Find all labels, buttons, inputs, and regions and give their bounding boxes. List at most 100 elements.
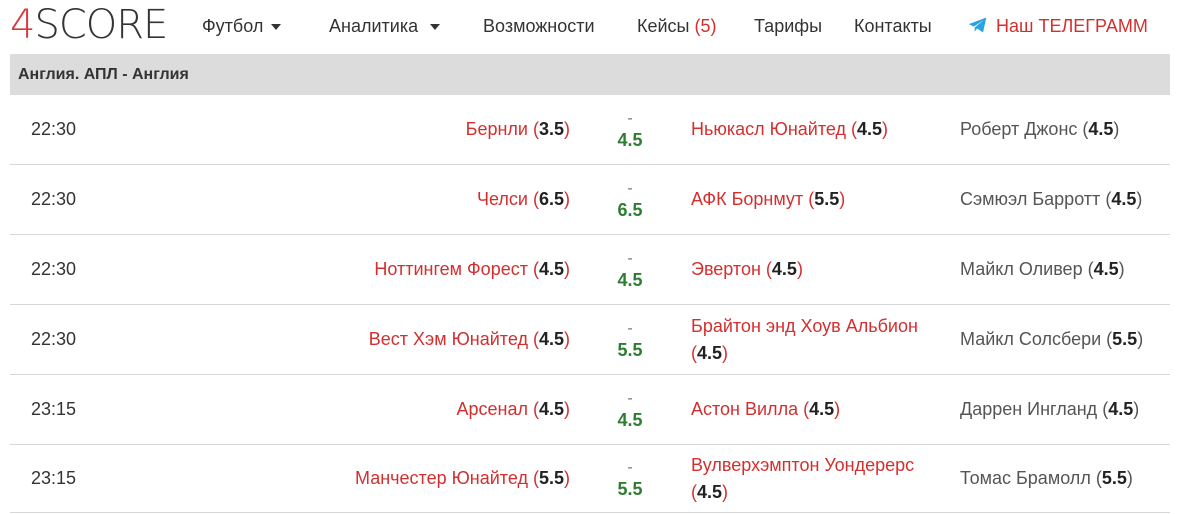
home-team[interactable]: Манчестер Юнайтед (5.5) [355, 445, 570, 512]
score-dash: - [627, 389, 633, 407]
site-logo[interactable]: 4SCORE [10, 2, 168, 48]
referee: Даррен Ингланд (4.5) [960, 399, 1140, 419]
nav-analytics[interactable]: Аналитика [329, 15, 441, 37]
match-row[interactable]: 23:15 Манчестер Юнайтед (5.5) - 5.5 Вулве… [10, 445, 1170, 513]
away-rating: 4.5 [809, 399, 835, 419]
league-title: Англия. АПЛ - Англия [18, 66, 189, 83]
away-rating: 4.5 [857, 119, 883, 139]
home-team[interactable]: Бернли (3.5) [466, 95, 570, 164]
match-row[interactable]: 22:30 Бернли (3.5) - 4.5 Ньюкасл Юнайтед … [10, 95, 1170, 165]
home-team[interactable]: Ноттингем Форест (4.5) [374, 235, 570, 304]
match-row[interactable]: 22:30 Ноттингем Форест (4.5) - 4.5 Эверто… [10, 235, 1170, 305]
nav-telegram-label: Наш ТЕЛЕГРАММ [996, 16, 1148, 36]
match-row[interactable]: 22:30 Вест Хэм Юнайтед (4.5) - 5.5 Брайто… [10, 305, 1170, 375]
referee-rating: 4.5 [1093, 259, 1119, 279]
match-row[interactable]: 23:15 Арсенал (4.5) - 4.5 Астон Вилла (4.… [10, 375, 1170, 445]
away-rating: 4.5 [697, 342, 723, 363]
away-team[interactable]: Эвертон (4.5) [691, 235, 951, 304]
logo-four: 4 [10, 2, 35, 48]
match-time: 23:15 [31, 468, 77, 488]
match-total: - 5.5 [600, 305, 660, 374]
nav-cases[interactable]: Кейсы (5) [637, 15, 717, 37]
match-total: - 4.5 [600, 375, 660, 444]
home-rating: 4.5 [538, 399, 564, 419]
match-time: 23:15 [31, 399, 77, 419]
match-time: 22:30 [31, 189, 77, 209]
nav-analytics-label: Аналитика [329, 16, 419, 36]
score-dash: - [627, 458, 633, 476]
home-team-name: Манчестер Юнайтед [355, 468, 528, 488]
referee: Томас Брамолл (5.5) [960, 468, 1133, 488]
referee: Майкл Оливер (4.5) [960, 259, 1125, 279]
away-team[interactable]: Вулверхэмптон Уондерерс (4.5) [691, 445, 951, 512]
nav-telegram[interactable]: Наш ТЕЛЕГРАММ [968, 15, 1148, 37]
league-header: Англия. АПЛ - Англия [10, 54, 1170, 95]
home-rating: 4.5 [538, 329, 564, 349]
cases-count-badge: (5) [694, 16, 717, 36]
match-time: 22:30 [31, 119, 77, 139]
total-value: 4.5 [617, 269, 643, 290]
match-row[interactable]: 22:30 Челси (6.5) - 6.5 АФК Борнмут (5.5)… [10, 165, 1170, 235]
total-value: 4.5 [617, 129, 643, 150]
match-total: - 4.5 [600, 235, 660, 304]
match-total: - 5.5 [600, 445, 660, 512]
total-value: 5.5 [617, 339, 643, 360]
referee-name: Томас Брамолл [960, 468, 1091, 488]
nav-football-label: Футбол [202, 16, 264, 36]
home-team-name: Челси [477, 189, 528, 209]
match-time: 22:30 [31, 259, 77, 279]
score-dash: - [627, 109, 633, 127]
score-dash: - [627, 319, 633, 337]
home-team-name: Ноттингем Форест [374, 259, 528, 279]
referee: Сэмюэл Барротт (4.5) [960, 189, 1143, 209]
home-team-name: Бернли [465, 119, 528, 139]
away-team[interactable]: АФК Борнмут (5.5) [691, 165, 951, 234]
referee-rating: 5.5 [1112, 329, 1138, 349]
home-rating: 3.5 [538, 119, 564, 139]
score-dash: - [627, 249, 633, 267]
match-time: 22:30 [31, 329, 77, 349]
match-total: - 6.5 [600, 165, 660, 234]
away-rating: 4.5 [697, 481, 723, 502]
total-value: 4.5 [617, 409, 643, 430]
nav-contacts[interactable]: Контакты [854, 15, 932, 37]
total-value: 5.5 [617, 478, 643, 499]
referee-rating: 4.5 [1088, 119, 1114, 139]
chevron-down-icon [430, 24, 441, 31]
chevron-down-icon [271, 24, 282, 31]
referee-rating: 5.5 [1101, 468, 1127, 488]
away-rating: 5.5 [814, 189, 840, 209]
away-team[interactable]: Брайтон энд Хоув Альбион (4.5) [691, 305, 951, 374]
home-team[interactable]: Вест Хэм Юнайтед (4.5) [369, 305, 570, 374]
nav-features[interactable]: Возможности [483, 15, 595, 37]
telegram-icon [968, 17, 987, 33]
score-dash: - [627, 179, 633, 197]
referee: Майкл Солсбери (5.5) [960, 329, 1144, 349]
home-team-name: Арсенал [456, 399, 528, 419]
away-team-name: Эвертон [691, 259, 761, 279]
away-team-name: Брайтон энд Хоув Альбион [691, 315, 918, 336]
away-team-name: Вулверхэмптон Уондерерс [691, 454, 915, 475]
referee-rating: 4.5 [1111, 189, 1137, 209]
away-rating: 4.5 [771, 259, 797, 279]
match-total: - 4.5 [600, 95, 660, 164]
home-team[interactable]: Челси (6.5) [477, 165, 570, 234]
referee-name: Майкл Оливер [960, 259, 1083, 279]
nav-pricing[interactable]: Тарифы [754, 15, 822, 37]
away-team[interactable]: Ньюкасл Юнайтед (4.5) [691, 95, 951, 164]
home-team[interactable]: Арсенал (4.5) [456, 375, 570, 444]
away-team-name: АФК Борнмут [691, 189, 804, 209]
home-rating: 6.5 [538, 189, 564, 209]
nav-football[interactable]: Футбол [202, 15, 282, 37]
referee-rating: 4.5 [1108, 399, 1134, 419]
home-rating: 4.5 [538, 259, 564, 279]
logo-score: SCORE [34, 2, 168, 48]
referee-name: Даррен Ингланд [960, 399, 1098, 419]
away-team[interactable]: Астон Вилла (4.5) [691, 375, 951, 444]
away-team-name: Ньюкасл Юнайтед [691, 119, 847, 139]
referee-name: Сэмюэл Барротт [960, 189, 1101, 209]
referee-name: Майкл Солсбери [960, 329, 1102, 349]
total-value: 6.5 [617, 199, 643, 220]
nav-cases-label: Кейсы [637, 16, 690, 36]
referee-name: Роберт Джонс [960, 119, 1078, 139]
